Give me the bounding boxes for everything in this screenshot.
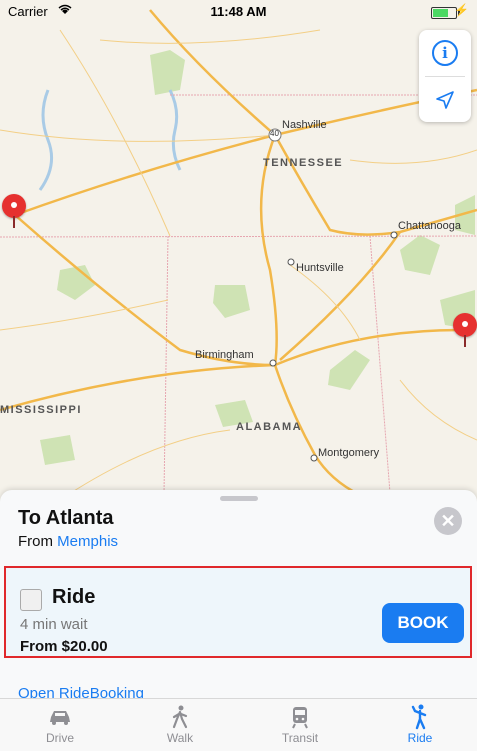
tab-walk[interactable]: Walk xyxy=(140,703,220,745)
info-icon: i xyxy=(432,40,458,66)
charging-bolt-icon: ⚡ xyxy=(454,3,469,17)
status-bar: Carrier 11:48 AM ⚡ xyxy=(0,0,477,22)
tab-ride-label: Ride xyxy=(407,731,433,745)
location-arrow-icon xyxy=(436,91,454,109)
origin-pin-stem xyxy=(13,216,15,228)
sheet-grabber[interactable] xyxy=(220,496,258,501)
ride-option-card[interactable]: Ride 4 min wait From $20.00 BOOK xyxy=(4,566,472,658)
map-label-mississippi: MISSISSIPPI xyxy=(0,404,82,416)
book-button[interactable]: BOOK xyxy=(382,603,464,643)
tab-drive-label: Drive xyxy=(45,731,74,745)
info-button[interactable]: i xyxy=(419,30,471,76)
map-label-birmingham: Birmingham xyxy=(195,349,254,361)
close-button[interactable]: ✕ xyxy=(434,507,462,535)
destination-title: To Atlanta xyxy=(18,507,114,529)
train-icon xyxy=(292,707,308,729)
tab-walk-label: Walk xyxy=(166,731,194,745)
locate-button[interactable] xyxy=(419,77,471,123)
map-label-chattanooga: Chattanooga xyxy=(398,220,461,232)
map-label-alabama: ALABAMA xyxy=(236,421,303,433)
ride-price: From $20.00 xyxy=(20,638,108,655)
origin-city-link[interactable]: Memphis xyxy=(57,533,118,550)
tab-ride[interactable]: Ride xyxy=(380,703,460,745)
tab-transit[interactable]: Transit xyxy=(260,703,340,745)
map-label-huntsville: Huntsville xyxy=(296,262,344,274)
destination-pin[interactable] xyxy=(453,313,477,337)
map-label-nashville: Nashville xyxy=(282,119,327,131)
tab-transit-label: Transit xyxy=(281,731,319,745)
walk-icon xyxy=(172,705,188,729)
ride-app-icon xyxy=(20,589,42,611)
highway-shield-40: 40 xyxy=(270,129,279,138)
tab-drive[interactable]: Drive xyxy=(20,703,100,745)
ride-option-name: Ride xyxy=(52,586,96,608)
ride-icon xyxy=(411,704,427,730)
tab-bar: Drive Walk Transit Ride xyxy=(0,698,477,751)
origin-pin[interactable] xyxy=(2,194,26,218)
ride-wait-time: 4 min wait xyxy=(20,616,88,633)
map-label-tennessee: TENNESSEE xyxy=(263,157,344,169)
destination-pin-stem xyxy=(464,335,466,347)
clock-time: 11:48 AM xyxy=(210,4,267,19)
car-icon xyxy=(50,711,70,725)
map-controls: i xyxy=(419,30,471,122)
close-icon: ✕ xyxy=(440,511,456,531)
origin-line: From Memphis xyxy=(18,533,118,550)
origin-prefix: From xyxy=(18,533,53,550)
map-label-montgomery: Montgomery xyxy=(318,447,380,459)
